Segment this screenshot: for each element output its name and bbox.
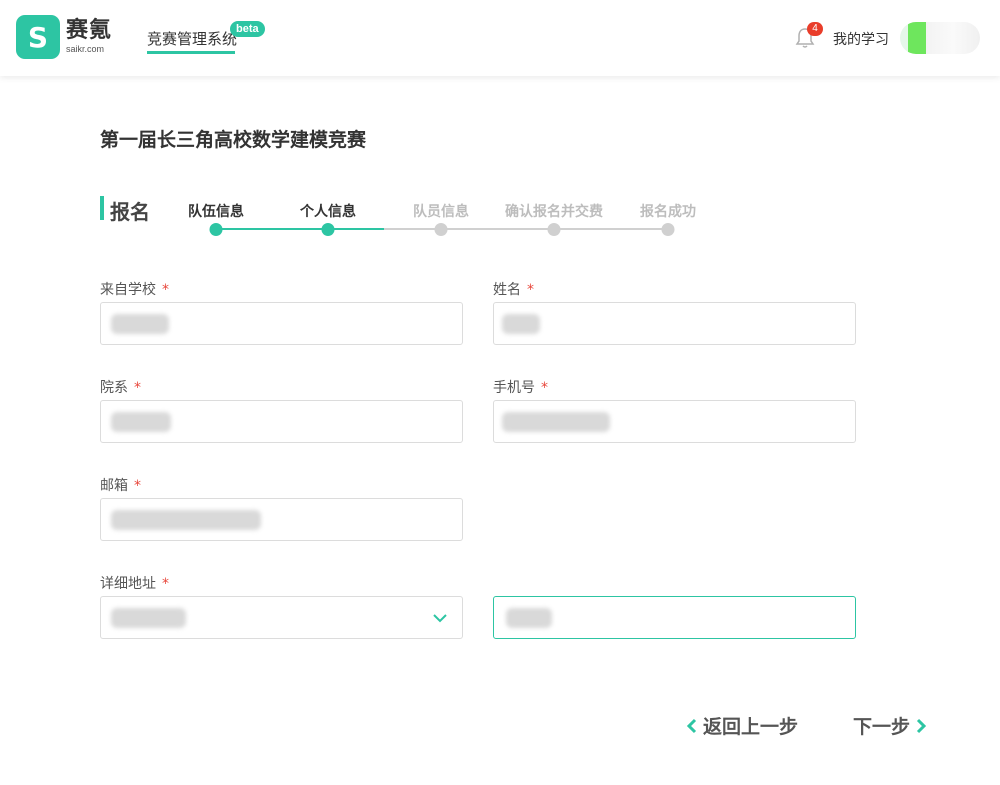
chevron-down-icon xyxy=(433,614,447,623)
department-label: 院系 * xyxy=(100,377,141,397)
nav-active-underline xyxy=(147,51,235,54)
phone-input[interactable] xyxy=(493,400,856,443)
logo-mark-letter: S xyxy=(27,20,49,54)
department-input[interactable] xyxy=(100,400,463,443)
logo-name: 赛氪 xyxy=(66,18,113,43)
region-select[interactable] xyxy=(100,596,463,639)
site-logo[interactable]: S 赛氪 saikr.com xyxy=(16,15,112,59)
nav-competition-management[interactable]: 竞赛管理系统 xyxy=(147,28,237,49)
previous-step-label: 返回上一步 xyxy=(703,716,799,738)
name-label: 姓名 * xyxy=(493,279,534,299)
step-dot-confirm-pay xyxy=(547,223,561,236)
redacted-value xyxy=(502,314,540,334)
redacted-value xyxy=(111,608,186,628)
progress-line-pending xyxy=(384,228,668,230)
name-label-text: 姓名 xyxy=(493,282,521,298)
name-input[interactable] xyxy=(493,302,856,345)
logo-domain: saikr.com xyxy=(66,44,105,54)
step-member-info-label: 队员信息 xyxy=(413,204,469,220)
address-label: 详细地址 * xyxy=(100,573,169,593)
registration-section-title: 报名 xyxy=(110,200,150,224)
school-input[interactable] xyxy=(100,302,463,345)
next-step-button[interactable]: 下一步 xyxy=(853,712,928,739)
phone-label-text: 手机号 xyxy=(493,380,535,396)
step-dot-team-info xyxy=(209,223,223,236)
redacted-value xyxy=(111,314,169,334)
required-mark: * xyxy=(134,478,141,494)
my-learning-link[interactable]: 我的学习 xyxy=(833,29,889,49)
step-dot-member-info xyxy=(434,223,448,236)
department-label-text: 院系 xyxy=(100,380,128,396)
step-success-label: 报名成功 xyxy=(640,204,696,220)
required-mark: * xyxy=(162,576,169,592)
email-input[interactable] xyxy=(100,498,463,541)
previous-step-button[interactable]: 返回上一步 xyxy=(685,712,798,739)
avatar[interactable] xyxy=(900,22,980,54)
next-step-label: 下一步 xyxy=(853,716,911,738)
step-dot-success xyxy=(661,223,675,236)
step-confirm-pay-label: 确认报名并交费 xyxy=(505,204,603,220)
logo-text: 赛氪 saikr.com xyxy=(66,19,112,55)
redacted-value xyxy=(111,412,171,432)
top-navigation-bar: S 赛氪 saikr.com 竞赛管理系统 beta 4 我的学习 xyxy=(0,0,1000,76)
required-mark: * xyxy=(162,282,169,298)
chevron-left-icon xyxy=(686,718,697,733)
redacted-value xyxy=(111,510,261,530)
logo-mark: S xyxy=(16,15,60,59)
redacted-value xyxy=(502,412,610,432)
step-dot-personal-info xyxy=(321,223,335,236)
section-accent-bar xyxy=(100,196,104,220)
step-team-info-label: 队伍信息 xyxy=(188,204,244,220)
address-label-text: 详细地址 xyxy=(100,576,156,592)
competition-title: 第一届长三角高校数学建模竞赛 xyxy=(100,129,367,151)
email-label: 邮箱 * xyxy=(100,475,141,495)
school-label-text: 来自学校 xyxy=(100,282,156,298)
step-personal-info-label: 个人信息 xyxy=(300,204,356,220)
chevron-right-icon xyxy=(916,718,927,733)
redacted-value xyxy=(506,608,552,628)
notification-count-badge: 4 xyxy=(807,22,823,36)
detailed-address-input[interactable] xyxy=(493,596,856,639)
progress-line-complete xyxy=(216,228,384,230)
beta-badge: beta xyxy=(230,21,265,37)
required-mark: * xyxy=(527,282,534,298)
email-label-text: 邮箱 xyxy=(100,478,128,494)
required-mark: * xyxy=(134,380,141,396)
phone-label: 手机号 * xyxy=(493,377,548,397)
required-mark: * xyxy=(541,380,548,396)
school-label: 来自学校 * xyxy=(100,279,169,299)
